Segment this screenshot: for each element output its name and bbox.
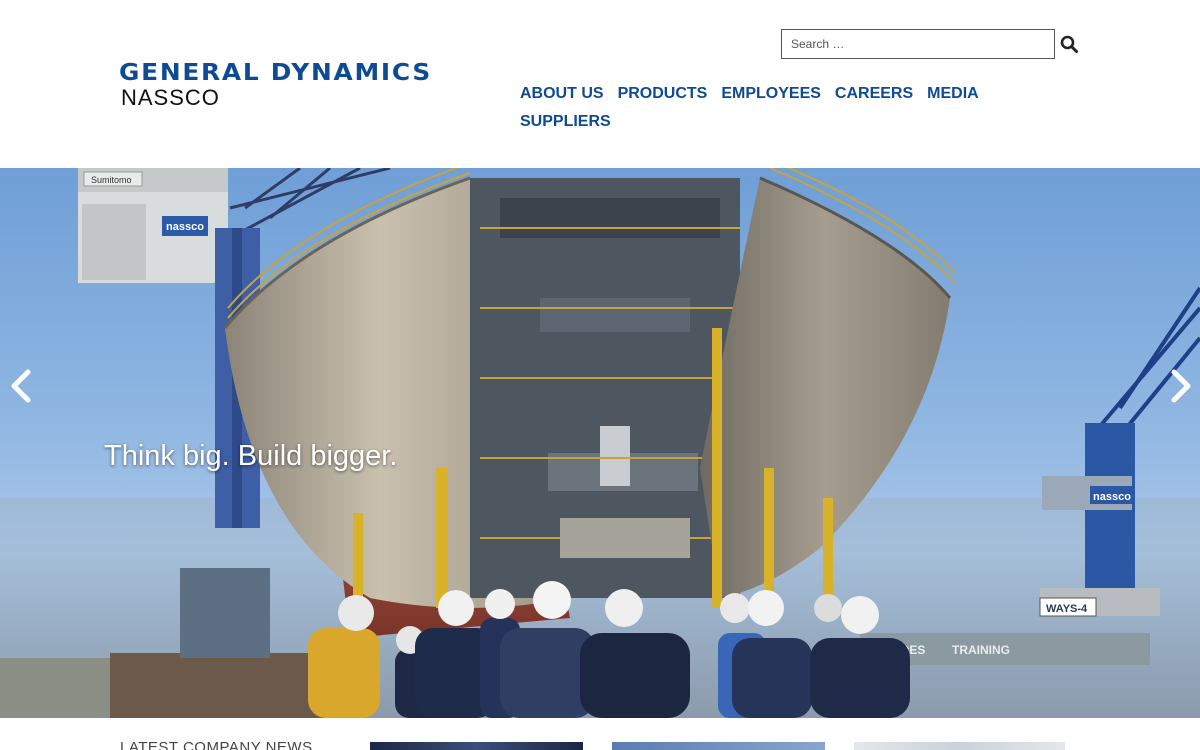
news-section-heading: LATEST COMPANY NEWS: [120, 739, 313, 750]
search-input[interactable]: [782, 30, 1054, 58]
ways-sign: WAYS-4: [1046, 603, 1088, 615]
news-thumbnail[interactable]: [612, 742, 825, 750]
hero-caption: Think big. Build bigger.: [104, 440, 398, 472]
nav-about-us[interactable]: ABOUT US: [520, 85, 604, 103]
hero-slider: Sumitomo nassco nassco WAYS-4 TRAINING T…: [0, 168, 1200, 718]
news-thumbnail[interactable]: [370, 742, 583, 750]
main-navigation: ABOUT US PRODUCTS EMPLOYEES CAREERS MEDI…: [520, 80, 1000, 136]
nav-employees[interactable]: EMPLOYEES: [721, 85, 821, 103]
search-field[interactable]: [781, 29, 1055, 59]
chevron-right-icon: [1171, 369, 1191, 403]
chevron-left-icon: [11, 369, 31, 403]
nav-suppliers[interactable]: SUPPLIERS: [520, 113, 611, 131]
logo-subtitle: NASSCO: [121, 85, 220, 110]
news-thumbnail[interactable]: [854, 742, 1065, 750]
nassco-crane-sign: nassco: [166, 221, 204, 233]
company-logo[interactable]: GENERAL DYNAMICS NASSCO: [119, 60, 521, 116]
nassco-right-sign: nassco: [1093, 491, 1131, 503]
slider-prev-button[interactable]: [6, 366, 36, 406]
sumitomo-sign: Sumitomo: [91, 175, 132, 185]
nav-products[interactable]: PRODUCTS: [618, 85, 708, 103]
logo-wordmark: GENERAL DYNAMICS: [119, 60, 432, 86]
search-icon[interactable]: [1060, 35, 1078, 53]
nav-careers[interactable]: CAREERS: [835, 85, 913, 103]
nav-media[interactable]: MEDIA: [927, 85, 979, 103]
slider-next-button[interactable]: [1166, 366, 1196, 406]
site-header: GENERAL DYNAMICS NASSCO ABOUT US PRODUCT…: [0, 0, 1200, 168]
training-sign: TRAINING: [952, 643, 1010, 657]
